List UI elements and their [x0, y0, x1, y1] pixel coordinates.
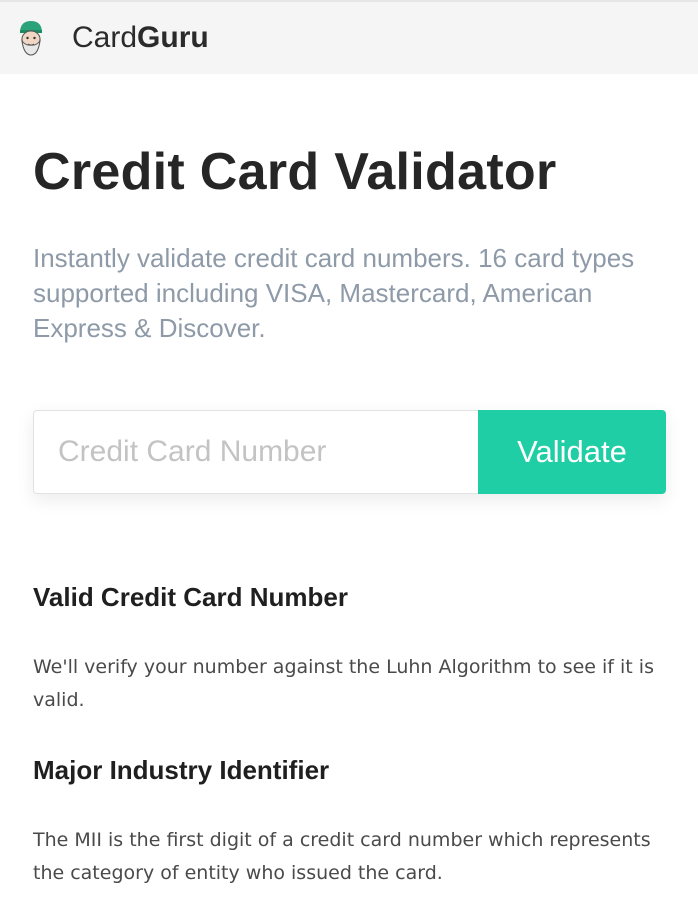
brand-logo-text[interactable]: CardGuru [72, 21, 209, 55]
top-navbar: CardGuru [0, 0, 698, 74]
section-text: The MII is the first digit of a credit c… [33, 829, 651, 885]
main-content: Credit Card Validator Instantly validate… [0, 143, 698, 890]
page-title: Credit Card Validator [33, 143, 557, 201]
info-section-mii: Major Industry Identifier The MII is the… [33, 755, 665, 890]
credit-card-number-input[interactable] [33, 410, 478, 495]
section-heading: Major Industry Identifier [33, 755, 330, 786]
page-subtitle: Instantly validate credit card numbers. … [33, 243, 635, 344]
section-text: We'll verify your number against the Luh… [33, 656, 654, 712]
guru-avatar-icon[interactable] [16, 19, 46, 57]
brand-name-bold: Guru [137, 21, 209, 54]
validate-button[interactable]: Validate [478, 410, 666, 495]
brand-name-light: Card [72, 21, 138, 54]
section-heading: Valid Credit Card Number [33, 582, 348, 613]
validator-form: Validate [33, 410, 666, 495]
info-section-luhn: Valid Credit Card Number We'll verify yo… [33, 582, 665, 717]
